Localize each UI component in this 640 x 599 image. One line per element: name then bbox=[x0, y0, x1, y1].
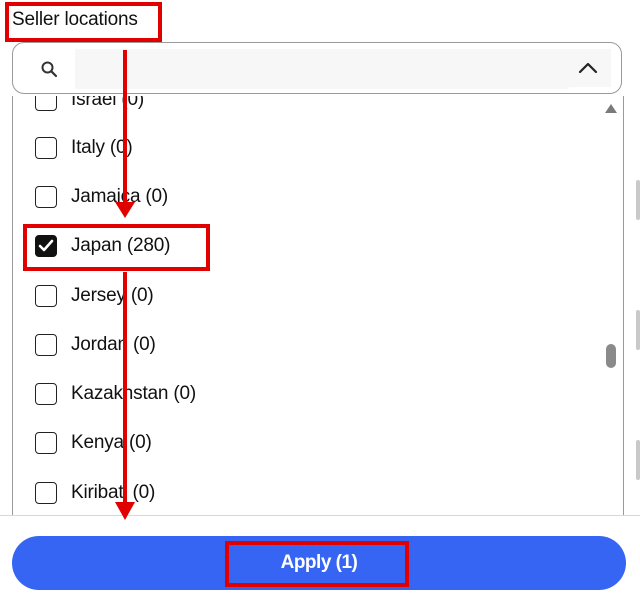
background-edge bbox=[636, 180, 640, 220]
list-item-israel[interactable]: Israel (0) bbox=[35, 96, 555, 116]
item-label: Israel (0) bbox=[71, 96, 144, 110]
item-label: Kiribati (0) bbox=[71, 482, 156, 503]
scrollbar-thumb[interactable] bbox=[606, 344, 616, 368]
filter-title: Seller locations bbox=[12, 9, 138, 30]
collapse-button[interactable] bbox=[565, 49, 611, 87]
checkbox[interactable] bbox=[35, 186, 57, 208]
checkbox[interactable] bbox=[35, 285, 57, 307]
chevron-up-icon bbox=[578, 62, 598, 74]
checkbox[interactable] bbox=[35, 432, 57, 454]
list-item-japan[interactable]: Japan (280) bbox=[35, 230, 555, 262]
list-item-kenya[interactable]: Kenya (0) bbox=[35, 427, 555, 459]
apply-button[interactable]: Apply (1) bbox=[12, 536, 626, 590]
list-item-jersey[interactable]: Jersey (0) bbox=[35, 280, 555, 312]
search-icon bbox=[31, 43, 67, 95]
checkbox[interactable] bbox=[35, 383, 57, 405]
list-item-kiribati[interactable]: Kiribati (0) bbox=[35, 477, 555, 509]
background-edge bbox=[636, 440, 640, 480]
item-label: Kenya (0) bbox=[71, 432, 152, 453]
search-input[interactable] bbox=[75, 49, 569, 89]
checkbox[interactable] bbox=[35, 96, 57, 111]
checkmark-icon bbox=[38, 239, 54, 252]
list-item-italy[interactable]: Italy (0) bbox=[35, 132, 555, 164]
checkbox[interactable] bbox=[35, 482, 57, 504]
list-item-jordan[interactable]: Jordan (0) bbox=[35, 329, 555, 361]
list-item-jamaica[interactable]: Jamaica (0) bbox=[35, 181, 555, 213]
background-edge bbox=[636, 310, 640, 350]
item-label: Kazakhstan (0) bbox=[71, 383, 196, 404]
scroll-up-arrow-icon[interactable] bbox=[605, 104, 617, 113]
divider bbox=[0, 515, 640, 516]
item-label: Jamaica (0) bbox=[71, 186, 169, 207]
checkbox-checked[interactable] bbox=[35, 235, 57, 257]
item-label: Jersey (0) bbox=[71, 285, 154, 306]
item-label: Italy (0) bbox=[71, 137, 133, 158]
list-item-kazakhstan[interactable]: Kazakhstan (0) bbox=[35, 378, 555, 410]
search-box bbox=[12, 42, 622, 94]
item-label: Jordan (0) bbox=[71, 334, 156, 355]
checkbox[interactable] bbox=[35, 334, 57, 356]
item-label: Japan (280) bbox=[71, 235, 171, 256]
location-list[interactable]: Israel (0) Italy (0) Jamaica (0) Japan (… bbox=[12, 96, 624, 516]
checkbox[interactable] bbox=[35, 137, 57, 159]
